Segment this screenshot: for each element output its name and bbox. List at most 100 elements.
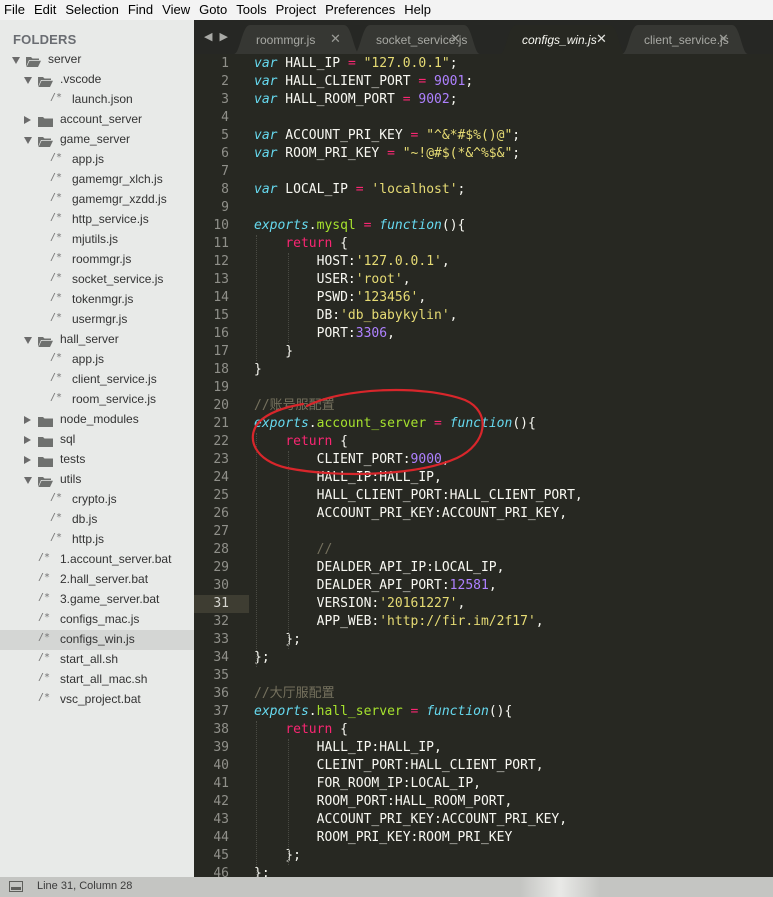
tree-file[interactable]: /* vsc_project.bat — [0, 690, 194, 710]
code-line[interactable]: exports.mysql = function(){ — [254, 217, 465, 235]
tree-file[interactable]: /* room_service.js — [0, 390, 194, 410]
tree-file[interactable]: /* launch.json — [0, 90, 194, 110]
code-line[interactable]: return { — [254, 235, 348, 253]
tree-file[interactable]: /* app.js — [0, 350, 194, 370]
tree-file[interactable]: /* usermgr.js — [0, 310, 194, 330]
tree-file[interactable]: /* 3.game_server.bat — [0, 590, 194, 610]
tree-file[interactable]: /* client_service.js — [0, 370, 194, 390]
code-line[interactable]: PORT:3306, — [254, 325, 395, 343]
tree-folder[interactable]: utils — [0, 470, 194, 490]
disclosure-open-icon[interactable] — [24, 337, 32, 344]
code-line[interactable]: var LOCAL_IP = 'localhost'; — [254, 181, 465, 199]
code-line[interactable]: CLEINT_PORT:HALL_CLIENT_PORT, — [254, 757, 544, 775]
tree-file[interactable]: /* mjutils.js — [0, 230, 194, 250]
code-line[interactable]: ROOM_PRI_KEY:ROOM_PRI_KEY — [254, 829, 513, 847]
code-line[interactable]: PSWD:'123456', — [254, 289, 427, 307]
tree-folder[interactable]: server — [0, 50, 194, 70]
code-line[interactable]: // — [254, 541, 333, 559]
code-line[interactable]: //账号服配置 — [254, 397, 335, 415]
code-line[interactable]: DEALDER_API_IP:LOCAL_IP, — [254, 559, 505, 577]
code-line[interactable]: //大厅服配置 — [254, 685, 335, 703]
code-line[interactable]: } — [254, 343, 293, 361]
tree-file[interactable]: /* gamemgr_xlch.js — [0, 170, 194, 190]
tree-file[interactable]: /* http.js — [0, 530, 194, 550]
code-line[interactable]: ROOM_PORT:HALL_ROOM_PORT, — [254, 793, 513, 811]
code-line[interactable]: HALL_CLIENT_PORT:HALL_CLIENT_PORT, — [254, 487, 583, 505]
disclosure-closed-icon[interactable] — [24, 116, 31, 124]
code-line[interactable]: CLIENT_PORT:9000, — [254, 451, 450, 469]
code-line[interactable]: var HALL_IP = "127.0.0.1"; — [254, 55, 458, 73]
disclosure-open-icon[interactable] — [24, 77, 32, 84]
code-editor[interactable]: 1 2 3 4 5 6 7 8 9 10 11 12 13 14 15 16 17 18 19 20 21 22 23 24 2… — [194, 54, 773, 877]
tree-file[interactable]: /* socket_service.js — [0, 270, 194, 290]
tree-file[interactable]: /* app.js — [0, 150, 194, 170]
code-line[interactable]: VERSION:'20161227', — [254, 595, 466, 613]
tree-file[interactable]: /* start_all_mac.sh — [0, 670, 194, 690]
tree-folder[interactable]: account_server — [0, 110, 194, 130]
menu-edit[interactable]: Edit — [30, 0, 61, 20]
tree-file[interactable]: /* 2.hall_server.bat — [0, 570, 194, 590]
code-line[interactable]: } — [254, 361, 262, 379]
tab-configs_win-js[interactable]: configs_win.js ✕ — [500, 25, 626, 54]
code-line[interactable]: DB:'db_babykylin', — [254, 307, 458, 325]
code-line[interactable]: var HALL_ROOM_PORT = 9002; — [254, 91, 458, 109]
tab-close-icon[interactable]: ✕ — [718, 31, 729, 47]
code-line[interactable]: }; — [254, 631, 301, 649]
code-line[interactable]: ACCOUNT_PRI_KEY:ACCOUNT_PRI_KEY, — [254, 811, 567, 829]
menu-file[interactable]: File — [0, 0, 30, 20]
tree-folder[interactable]: tests — [0, 450, 194, 470]
tree-file[interactable]: /* configs_win.js — [0, 630, 194, 650]
code-line[interactable]: exports.account_server = function(){ — [254, 415, 536, 433]
tab-socket_service-js[interactable]: socket_service.js ✕ — [354, 25, 480, 54]
tree-file[interactable]: /* roommgr.js — [0, 250, 194, 270]
tree-file[interactable]: /* db.js — [0, 510, 194, 530]
menu-selection[interactable]: Selection — [61, 0, 123, 20]
tree-file[interactable]: /* 1.account_server.bat — [0, 550, 194, 570]
code-line[interactable]: var ROOM_PRI_KEY = "~!@#$(*&^%$&"; — [254, 145, 520, 163]
code-line[interactable]: var ACCOUNT_PRI_KEY = "^&*#$%()@"; — [254, 127, 520, 145]
code-line[interactable]: return { — [254, 433, 348, 451]
disclosure-open-icon[interactable] — [12, 57, 20, 64]
code-line[interactable]: exports.hall_server = function(){ — [254, 703, 512, 721]
tree-folder[interactable]: node_modules — [0, 410, 194, 430]
code-line[interactable]: HOST:'127.0.0.1', — [254, 253, 450, 271]
menu-tools[interactable]: Tools — [232, 0, 271, 20]
menu-help[interactable]: Help — [400, 0, 436, 20]
tab-roommgr-js[interactable]: roommgr.js ✕ — [234, 25, 360, 54]
menu-project[interactable]: Project — [272, 0, 321, 20]
code-line[interactable]: DEALDER_API_PORT:12581, — [254, 577, 497, 595]
tree-file[interactable]: /* crypto.js — [0, 490, 194, 510]
panel-toggle-icon[interactable] — [9, 881, 23, 892]
tab-close-icon[interactable]: ✕ — [596, 31, 607, 47]
tree-folder[interactable]: game_server — [0, 130, 194, 150]
disclosure-closed-icon[interactable] — [24, 456, 31, 464]
disclosure-closed-icon[interactable] — [24, 416, 31, 424]
tab-nav-arrows-icon[interactable]: ◀ ▶ — [204, 30, 230, 43]
tree-folder[interactable]: sql — [0, 430, 194, 450]
code-line[interactable]: return { — [254, 721, 348, 739]
disclosure-open-icon[interactable] — [24, 477, 32, 484]
disclosure-open-icon[interactable] — [24, 137, 32, 144]
tree-folder[interactable]: hall_server — [0, 330, 194, 350]
tree-file[interactable]: /* configs_mac.js — [0, 610, 194, 630]
tab-close-icon[interactable]: ✕ — [450, 31, 461, 47]
tree-file[interactable]: /* tokenmgr.js — [0, 290, 194, 310]
tree-folder[interactable]: .vscode — [0, 70, 194, 90]
code-line[interactable]: USER:'root', — [254, 271, 411, 289]
code-line[interactable]: var HALL_CLIENT_PORT = 9001; — [254, 73, 473, 91]
tab-close-icon[interactable]: ✕ — [330, 31, 341, 47]
menu-find[interactable]: Find — [124, 0, 158, 20]
tree-file[interactable]: /* start_all.sh — [0, 650, 194, 670]
code-line[interactable]: }; — [254, 847, 301, 865]
tab-client_service-js[interactable]: client_service.js ✕ — [622, 25, 748, 54]
menu-view[interactable]: View — [158, 0, 195, 20]
code-line[interactable]: HALL_IP:HALL_IP, — [254, 469, 442, 487]
menu-preferences[interactable]: Preferences — [321, 0, 400, 20]
tree-file[interactable]: /* http_service.js — [0, 210, 194, 230]
code-line[interactable]: APP_WEB:'http://fir.im/2f17', — [254, 613, 544, 631]
tree-file[interactable]: /* gamemgr_xzdd.js — [0, 190, 194, 210]
code-line[interactable]: HALL_IP:HALL_IP, — [254, 739, 442, 757]
menu-goto[interactable]: Goto — [195, 0, 232, 20]
disclosure-closed-icon[interactable] — [24, 436, 31, 444]
code-line[interactable]: ACCOUNT_PRI_KEY:ACCOUNT_PRI_KEY, — [254, 505, 567, 523]
